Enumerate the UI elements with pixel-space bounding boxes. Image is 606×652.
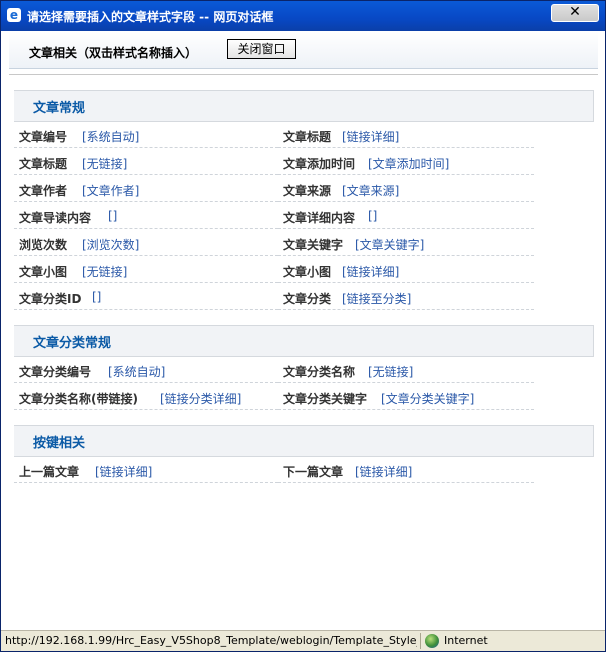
- field-tag[interactable]: [无链接]: [368, 363, 413, 380]
- article-general-grid: 文章编号 [系统自动] 文章标题 [链接详细] 文章标题 [无链接] 文章添加时间 [文…: [14, 122, 534, 311]
- field-label: 文章详细内容: [283, 211, 356, 225]
- table-row: 文章编号 [系统自动] 文章标题 [链接详细]: [14, 122, 534, 149]
- field-label: 文章添加时间: [283, 157, 356, 171]
- field-tag[interactable]: [链接分类详细]: [160, 390, 241, 407]
- close-window-button[interactable]: 关闭窗口: [227, 39, 296, 59]
- field-tag[interactable]: [系统自动]: [108, 363, 165, 380]
- field-item[interactable]: 文章标题 [链接详细]: [278, 122, 534, 148]
- field-item[interactable]: 上一篇文章 [链接详细]: [14, 457, 278, 483]
- field-item[interactable]: 浏览次数 [浏览次数]: [14, 230, 278, 256]
- article-category-grid: 文章分类编号 [系统自动] 文章分类名称 [无链接] 文章分类名称(带链接) [链接分…: [14, 357, 534, 411]
- window-title: 请选择需要插入的文章样式字段 -- 网页对话框: [27, 10, 274, 24]
- field-item[interactable]: 文章导读内容 []: [14, 203, 278, 229]
- field-label: 文章作者: [19, 184, 68, 198]
- field-tag[interactable]: [链接详细]: [95, 463, 152, 480]
- field-item[interactable]: 文章分类关键字 [文章分类关键字]: [278, 384, 534, 410]
- field-item[interactable]: 文章编号 [系统自动]: [14, 122, 278, 148]
- field-label: 文章分类关键字: [283, 392, 368, 406]
- close-icon: ✕: [569, 4, 581, 20]
- table-row: 文章标题 [无链接] 文章添加时间 [文章添加时间]: [14, 149, 534, 176]
- window-close-button[interactable]: ✕: [551, 4, 599, 22]
- field-label: 文章标题: [19, 157, 68, 171]
- ie-icon: e: [7, 8, 21, 22]
- field-label: 文章导读内容: [19, 211, 92, 225]
- field-item[interactable]: 文章小图 [链接详细]: [278, 257, 534, 283]
- table-row: 文章小图 [无链接] 文章小图 [链接详细]: [14, 257, 534, 284]
- field-item[interactable]: 文章作者 [文章作者]: [14, 176, 278, 202]
- section-header: 文章常规: [14, 90, 594, 122]
- field-tag[interactable]: [链接详细]: [342, 263, 399, 280]
- field-tag[interactable]: []: [368, 209, 377, 223]
- field-tag[interactable]: [文章作者]: [82, 182, 139, 199]
- divider: [420, 633, 421, 649]
- table-row: 文章分类编号 [系统自动] 文章分类名称 [无链接]: [14, 357, 534, 384]
- field-tag[interactable]: []: [92, 290, 101, 304]
- section-title: 文章分类常规: [33, 336, 112, 351]
- field-item[interactable]: 文章分类名称 [无链接]: [278, 357, 534, 383]
- field-item[interactable]: 文章分类 [链接至分类]: [278, 284, 534, 310]
- field-item[interactable]: 文章小图 [无链接]: [14, 257, 278, 283]
- field-label: 文章分类名称(带链接): [19, 392, 138, 406]
- field-label: 文章编号: [19, 130, 68, 144]
- field-label: 下一篇文章: [283, 465, 344, 479]
- table-row: 文章分类名称(带链接) [链接分类详细] 文章分类关键字 [文章分类关键字]: [14, 384, 534, 411]
- section-buttons: 按键相关: [14, 425, 594, 457]
- buttons-grid: 上一篇文章 [链接详细] 下一篇文章 [链接详细]: [14, 457, 534, 484]
- field-tag[interactable]: [链接详细]: [342, 128, 399, 145]
- field-tag[interactable]: [无链接]: [82, 155, 127, 172]
- field-item[interactable]: 文章添加时间 [文章添加时间]: [278, 149, 534, 175]
- dialog-window: e 请选择需要插入的文章样式字段 -- 网页对话框 ✕ 文章相关（双击样式名称插…: [0, 0, 606, 652]
- field-label: 文章分类ID: [19, 292, 82, 306]
- section-title: 文章常规: [33, 101, 86, 116]
- table-row: 上一篇文章 [链接详细] 下一篇文章 [链接详细]: [14, 457, 534, 484]
- field-label: 文章分类名称: [283, 365, 356, 379]
- section-article-general: 文章常规: [14, 90, 594, 122]
- field-label: 文章分类: [283, 292, 332, 306]
- field-tag[interactable]: [无链接]: [82, 263, 127, 280]
- field-item[interactable]: 文章详细内容 []: [278, 203, 534, 229]
- section-article-category: 文章分类常规: [14, 325, 594, 357]
- field-tag[interactable]: [链接至分类]: [342, 290, 411, 307]
- title-bar[interactable]: e 请选择需要插入的文章样式字段 -- 网页对话框 ✕: [1, 1, 605, 31]
- field-item[interactable]: 文章分类ID []: [14, 284, 278, 310]
- divider: [9, 74, 598, 75]
- field-item[interactable]: 下一篇文章 [链接详细]: [278, 457, 534, 483]
- table-row: 文章导读内容 [] 文章详细内容 []: [14, 203, 534, 230]
- status-url: http://192.168.1.99/Hrc_Easy_V5Shop8_Tem…: [5, 634, 417, 647]
- field-label: 浏览次数: [19, 238, 68, 252]
- field-label: 文章来源: [283, 184, 332, 198]
- field-tag[interactable]: [文章关键字]: [355, 236, 424, 253]
- section-header: 按键相关: [14, 425, 594, 457]
- globe-icon: [425, 634, 439, 648]
- field-tag[interactable]: []: [108, 209, 117, 223]
- toolbar-hint: 文章相关（双击样式名称插入）: [29, 46, 198, 60]
- field-tag[interactable]: [文章来源]: [342, 182, 399, 199]
- field-tag[interactable]: [文章分类关键字]: [381, 390, 474, 407]
- field-tag[interactable]: [链接详细]: [355, 463, 412, 480]
- field-item[interactable]: 文章来源 [文章来源]: [278, 176, 534, 202]
- section-title: 按键相关: [33, 436, 86, 451]
- toolbar: 文章相关（双击样式名称插入） 关闭窗口: [9, 32, 598, 69]
- field-tag[interactable]: [系统自动]: [82, 128, 139, 145]
- field-label: 上一篇文章: [19, 465, 80, 479]
- field-item[interactable]: 文章标题 [无链接]: [14, 149, 278, 175]
- table-row: 文章分类ID [] 文章分类 [链接至分类]: [14, 284, 534, 311]
- field-item[interactable]: 文章分类编号 [系统自动]: [14, 357, 278, 383]
- field-tag[interactable]: [文章添加时间]: [368, 155, 449, 172]
- field-item[interactable]: 文章分类名称(带链接) [链接分类详细]: [14, 384, 278, 410]
- field-label: 文章分类编号: [19, 365, 92, 379]
- field-label: 文章小图: [283, 265, 332, 279]
- status-bar: http://192.168.1.99/Hrc_Easy_V5Shop8_Tem…: [1, 630, 605, 651]
- field-label: 文章标题: [283, 130, 332, 144]
- field-label: 文章关键字: [283, 238, 344, 252]
- table-row: 文章作者 [文章作者] 文章来源 [文章来源]: [14, 176, 534, 203]
- table-row: 浏览次数 [浏览次数] 文章关键字 [文章关键字]: [14, 230, 534, 257]
- field-label: 文章小图: [19, 265, 68, 279]
- field-tag[interactable]: [浏览次数]: [82, 236, 139, 253]
- field-item[interactable]: 文章关键字 [文章关键字]: [278, 230, 534, 256]
- section-header: 文章分类常规: [14, 325, 594, 357]
- security-zone: Internet: [444, 634, 488, 647]
